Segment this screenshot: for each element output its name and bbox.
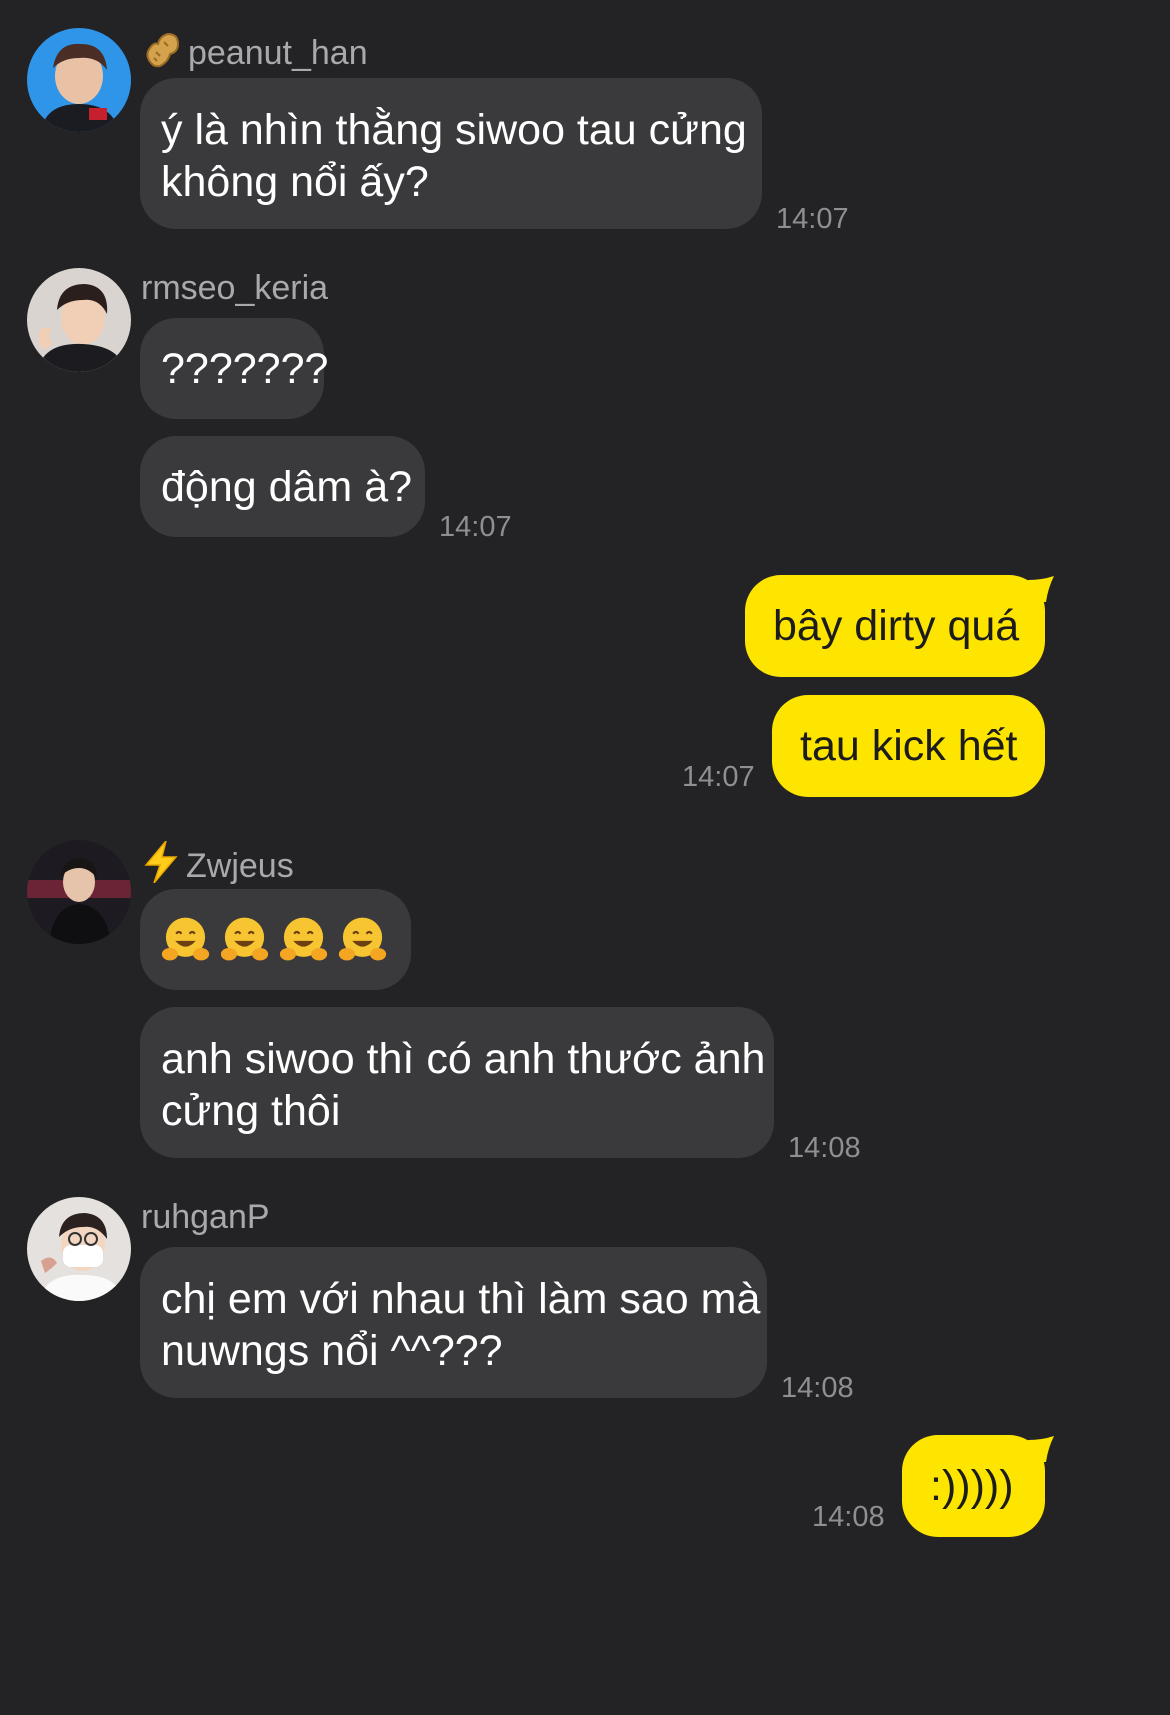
sender-name: Zwjeus	[142, 840, 294, 892]
lightning-icon	[142, 840, 180, 892]
bubble-tail	[1028, 576, 1054, 602]
hugging-face-icon	[338, 917, 387, 961]
sender-name: ruhganP	[141, 1198, 270, 1236]
avatar-peanut-han[interactable]	[27, 28, 131, 132]
message-text: tau kick hết	[800, 722, 1018, 770]
message-text: động dâm à?	[161, 462, 413, 511]
message-text: bây dirty quá	[773, 602, 1020, 650]
outgoing-message-bubble[interactable]: tau kick hết	[772, 695, 1045, 797]
hugging-face-icon	[161, 917, 210, 961]
peanut-icon	[142, 30, 182, 79]
timestamp: 14:08	[781, 1372, 854, 1404]
avatar-zwjeus[interactable]	[27, 840, 131, 944]
timestamp: 14:07	[682, 761, 755, 793]
timestamp: 14:07	[439, 511, 512, 543]
avatar-rmseo-keria[interactable]	[27, 268, 131, 372]
outgoing-message-bubble[interactable]: bây dirty quá	[745, 575, 1045, 677]
emoji-message-bubble[interactable]	[140, 889, 411, 990]
message-text-line: cửng thôi	[161, 1087, 341, 1135]
message-bubble[interactable]: ý là nhìn thằng siwoo tau cửng không nổi…	[140, 78, 762, 229]
message-text-line: không nổi ấy?	[161, 158, 429, 206]
timestamp: 14:08	[812, 1501, 885, 1533]
message-text-line: anh siwoo thì có anh thước ảnh	[161, 1035, 766, 1083]
message-text-line: chị em với nhau thì làm sao mà	[161, 1275, 761, 1323]
message-bubble[interactable]: ???????	[140, 318, 328, 419]
sender-name: peanut_han	[142, 30, 368, 79]
avatar-ruhganp[interactable]	[27, 1197, 131, 1301]
bubble-tail	[1028, 1436, 1054, 1462]
hugging-face-icon	[220, 917, 269, 961]
sender-name: rmseo_keria	[141, 269, 329, 307]
hugging-face-icon	[279, 917, 328, 961]
message-text-line: nuwngs nổi ^^???	[161, 1327, 503, 1375]
message-text: :)))))	[930, 1462, 1014, 1510]
message-bubble[interactable]: anh siwoo thì có anh thước ảnh cửng thôi	[140, 1007, 774, 1158]
message-bubble[interactable]: chị em với nhau thì làm sao mà nuwngs nổ…	[140, 1247, 767, 1398]
message-text: ???????	[161, 344, 329, 393]
timestamp: 14:08	[788, 1132, 861, 1164]
timestamp: 14:07	[776, 203, 849, 235]
message-text-line: ý là nhìn thằng siwoo tau cửng	[161, 106, 747, 154]
message-bubble[interactable]: động dâm à?	[140, 436, 425, 537]
outgoing-message-bubble[interactable]: :)))))	[902, 1435, 1045, 1537]
